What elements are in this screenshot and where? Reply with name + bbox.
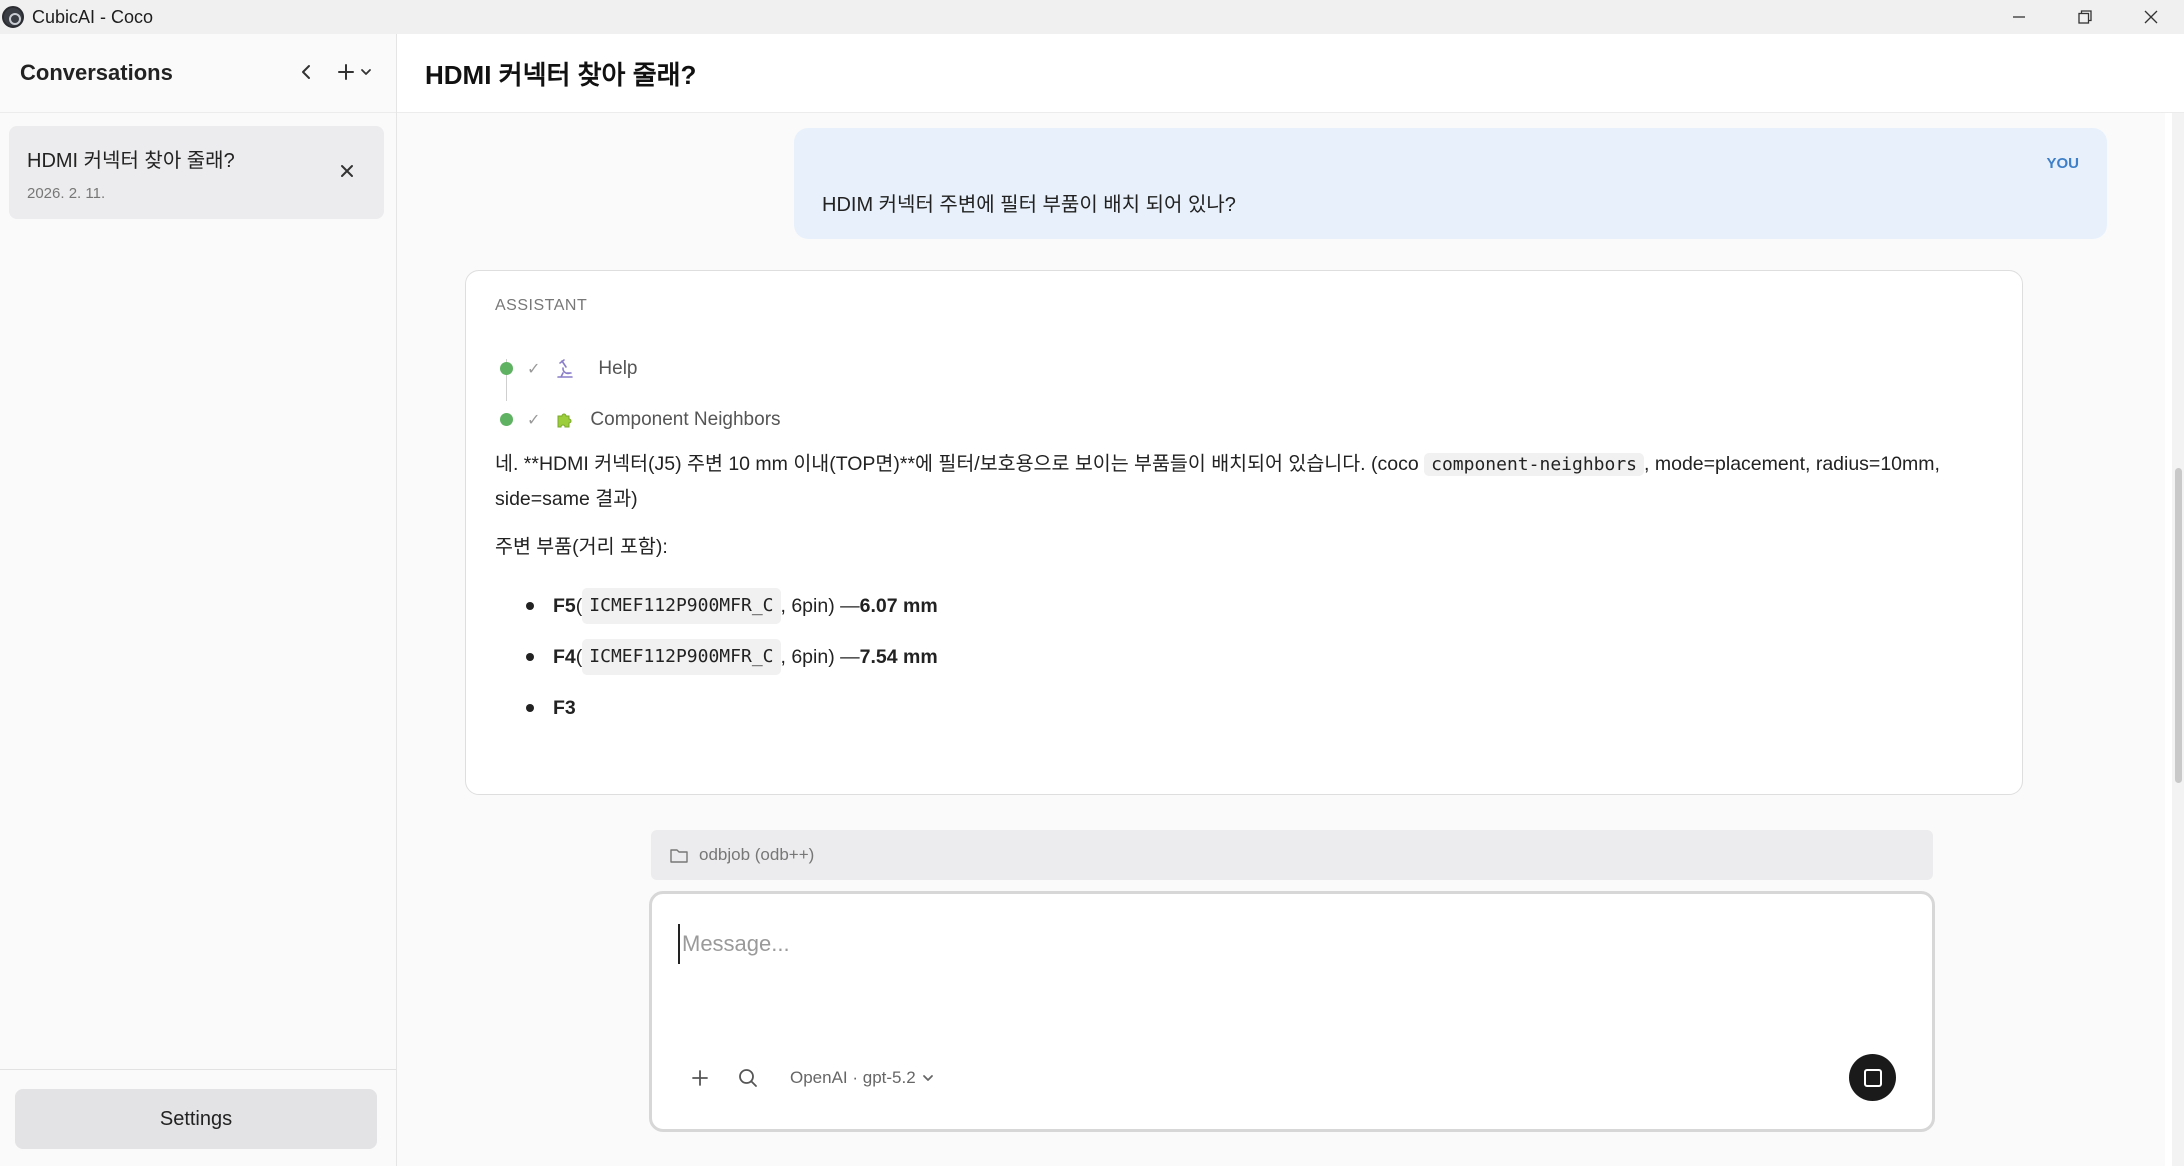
window-controls [1986, 0, 2184, 34]
window-title: CubicAI - Coco [32, 6, 154, 27]
settings-button[interactable]: Settings [15, 1089, 377, 1149]
restore-button[interactable] [2052, 0, 2118, 34]
status-dot [500, 362, 513, 375]
distance: 7.54 mm [859, 645, 938, 668]
message-composer: OpenAI · gpt-5.2 [649, 891, 1935, 1132]
sidebar-actions [294, 60, 372, 84]
answer-paragraph: 네. **HDMI 커넥터(J5) 주변 10 mm 이내(TOP면)**에 필… [495, 447, 1995, 516]
tool-step[interactable]: ✓ Help [500, 343, 781, 394]
conversation-item[interactable]: HDMI 커넥터 찾아 줄래? 2026. 2. 11. [9, 126, 384, 219]
search-icon [739, 1069, 757, 1087]
microscope-icon [554, 358, 576, 380]
tool-steps: ✓ Help ✓ Component Neighbors [500, 343, 781, 445]
assistant-answer: 네. **HDMI 커넥터(J5) 주변 10 mm 이내(TOP면)**에 필… [495, 447, 1995, 733]
part-number: ICMEF112P900MFR_C [582, 638, 781, 675]
close-icon [2144, 10, 2158, 24]
attach-button[interactable] [688, 1066, 712, 1090]
main-header: HDMI 커넥터 찾아 줄래? [397, 34, 2184, 113]
list-item: F4 (ICMEF112P900MFR_C, 6pin) — 7.54 mm [526, 631, 1995, 682]
sidebar: Conversations HDMI 커넥터 찾아 줄래? 2026. 2. 1… [0, 34, 397, 1166]
sidebar-footer: Settings [0, 1069, 396, 1166]
scroll-thumb[interactable] [2175, 468, 2182, 783]
restore-icon [2078, 10, 2092, 24]
list-item: F5 (ICMEF112P900MFR_C, 6pin) — 6.07 mm [526, 580, 1995, 631]
ref-designator: F5 [553, 594, 576, 617]
answer-paragraph: 주변 부품(거리 포함): [495, 536, 668, 558]
delete-conversation-button[interactable] [338, 162, 356, 180]
tool-step-label: Component Neighbors [590, 408, 781, 430]
sidebar-header: Conversations [0, 34, 396, 113]
ref-designator: F3 [553, 696, 576, 719]
list-item: F3 [526, 682, 1995, 733]
check-icon: ✓ [527, 359, 541, 378]
item-text: , 6pin) — [780, 594, 860, 617]
answer-text: 네. **HDMI 커넥터(J5) 주변 10 mm 이내(TOP면)**에 필… [495, 453, 1425, 475]
distance: 6.07 mm [859, 594, 938, 617]
chevron-down-icon [361, 69, 371, 75]
plus-icon [692, 1070, 708, 1086]
neighbor-list: F5 (ICMEF112P900MFR_C, 6pin) — 6.07 mm F… [495, 580, 1995, 733]
user-message-text: HDIM 커넥터 주변에 필터 부품이 배치 되어 있나? [822, 194, 1236, 216]
composer-tools: OpenAI · gpt-5.2 [688, 1066, 934, 1090]
inline-code: component-neighbors [1424, 453, 1645, 476]
user-role-label: YOU [2046, 155, 2079, 172]
search-button[interactable] [736, 1066, 760, 1090]
user-message: YOU HDIM 커넥터 주변에 필터 부품이 배치 되어 있나? [794, 128, 2107, 239]
app-logo-icon [2, 6, 24, 28]
plus-icon [338, 64, 354, 80]
model-selector[interactable]: OpenAI · gpt-5.2 [790, 1068, 934, 1088]
assistant-message: ASSISTANT ✓ Help ✓ Component Neighbors 네… [465, 270, 2023, 795]
item-text: , 6pin) — [780, 645, 860, 668]
ref-designator: F4 [553, 645, 576, 668]
workspace-bar[interactable]: odbjob (odb++) [651, 830, 1933, 880]
close-window-button[interactable] [2118, 0, 2184, 34]
workspace-label: odbjob (odb++) [699, 845, 815, 864]
folder-icon [670, 849, 688, 863]
stop-icon [1863, 1068, 1882, 1087]
assistant-role-label: ASSISTANT [495, 297, 588, 314]
status-dot [500, 413, 513, 426]
check-icon: ✓ [527, 410, 541, 429]
part-number: ICMEF112P900MFR_C [582, 587, 781, 624]
tool-step-label: Help [598, 357, 638, 379]
puzzle-icon [554, 409, 576, 431]
tool-step[interactable]: ✓ Component Neighbors [500, 394, 781, 445]
new-conversation-button[interactable] [336, 62, 372, 82]
chevron-left-icon [302, 65, 310, 79]
collapse-sidebar-button[interactable] [294, 60, 318, 84]
minimize-icon [2013, 16, 2025, 18]
message-input[interactable] [678, 924, 1878, 964]
stop-button[interactable] [1849, 1054, 1896, 1101]
model-label: OpenAI · gpt-5.2 [790, 1068, 916, 1087]
chevron-down-icon [922, 1075, 933, 1081]
close-icon [341, 165, 353, 177]
title-bar: CubicAI - Coco [0, 0, 2184, 34]
sidebar-title: Conversations [20, 60, 173, 85]
page-title: HDMI 커넥터 찾아 줄래? [425, 59, 697, 90]
minimize-button[interactable] [1986, 0, 2052, 34]
chat-scrollbar[interactable] [2172, 113, 2184, 1166]
conversation-title: HDMI 커넥터 찾아 줄래? [27, 150, 235, 172]
conversation-date: 2026. 2. 11. [27, 185, 106, 202]
